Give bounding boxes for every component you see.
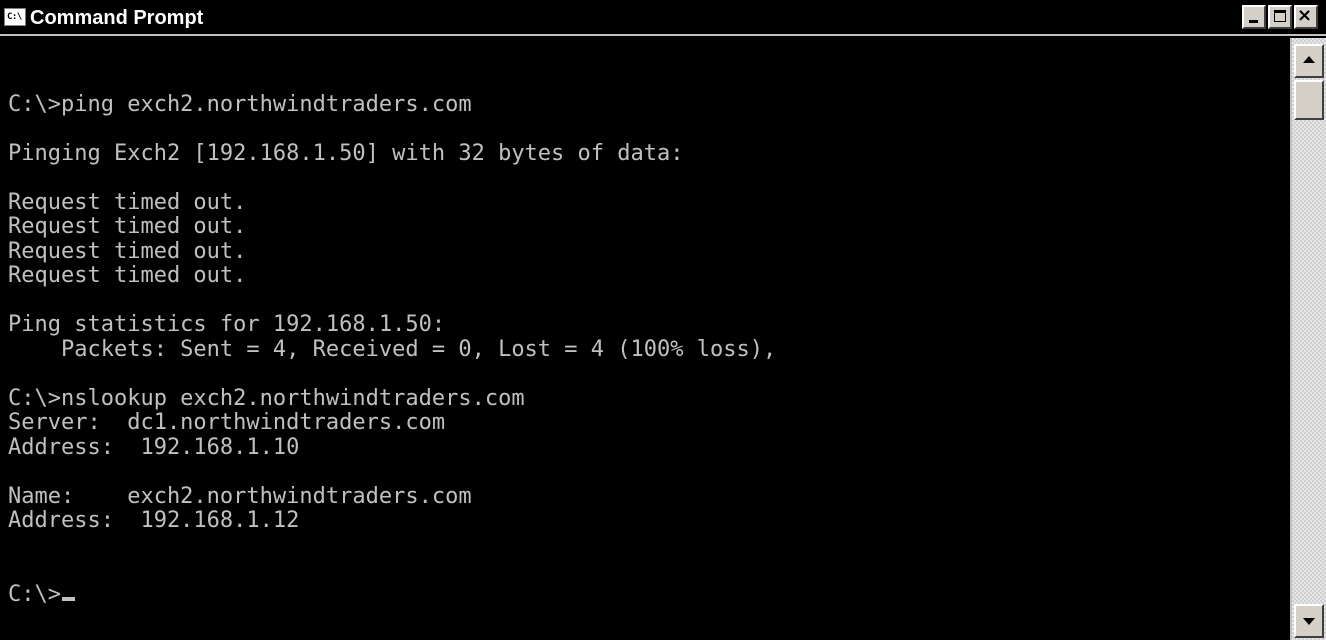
title-bar[interactable]: C:\ Command Prompt × <box>0 0 1326 36</box>
console-line: Request timed out. <box>8 263 247 288</box>
console-icon[interactable]: C:\ <box>4 8 26 26</box>
minimize-icon <box>1249 20 1258 23</box>
console-line: Request timed out. <box>8 189 247 215</box>
scroll-down-button[interactable] <box>1294 604 1324 638</box>
maximize-button[interactable] <box>1268 5 1292 29</box>
console-line: Address: 192.168.1.10 <box>8 434 300 460</box>
console-line: Name: exch2.northwindtraders.com <box>8 483 472 509</box>
console-line: C:\>nslookup exch2.northwindtraders.com <box>8 385 525 411</box>
console-line: Server: dc1.northwindtraders.com <box>8 410 446 435</box>
close-button[interactable]: × <box>1294 5 1318 29</box>
console-line: Pinging Exch2 [192.168.1.50] with 32 byt… <box>8 140 684 166</box>
console-icon-label: C:\ <box>7 12 22 22</box>
console-line: Request timed out. <box>8 214 247 239</box>
console-line: Packets: Sent = 4, Received = 0, Lost = … <box>8 336 777 362</box>
scroll-up-button[interactable] <box>1294 44 1324 78</box>
scroll-up-arrow-icon <box>1303 56 1315 63</box>
close-icon: × <box>1297 5 1313 26</box>
minimize-button[interactable] <box>1242 5 1266 29</box>
console-line: Address: 192.168.1.12 <box>8 508 300 533</box>
console-line: C:\> <box>8 582 1286 608</box>
window-title: Command Prompt <box>30 7 204 29</box>
console-line: Ping statistics for 192.168.1.50: <box>8 312 446 337</box>
vertical-scrollbar[interactable] <box>1290 38 1326 640</box>
console-line: Request timed out. <box>8 238 247 264</box>
maximize-icon <box>1274 10 1286 22</box>
console-output[interactable]: C:\>ping exch2.northwindtraders.com Pingi… <box>0 38 1286 640</box>
command-prompt-window: C:\ Command Prompt × C:\>ping exch2.nort… <box>0 0 1326 640</box>
scroll-thumb[interactable] <box>1294 80 1324 120</box>
console-line: C:\>ping exch2.northwindtraders.com <box>8 91 472 117</box>
text-cursor <box>61 596 75 601</box>
scroll-down-arrow-icon <box>1303 618 1315 625</box>
